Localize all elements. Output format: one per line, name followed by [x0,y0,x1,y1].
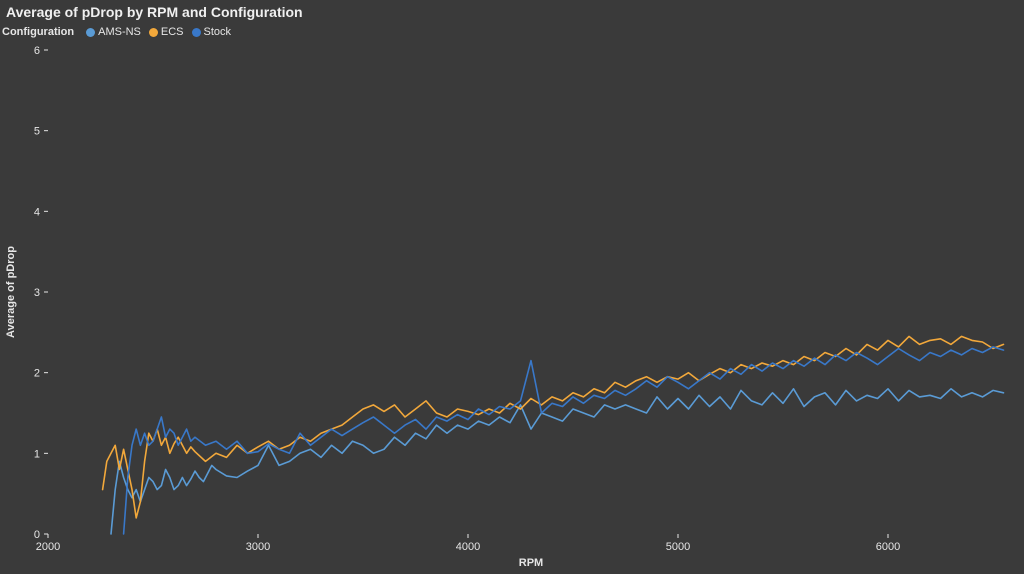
svg-text:5: 5 [34,126,40,138]
series-line-ecs[interactable] [103,336,1004,518]
svg-text:2: 2 [34,368,40,380]
series-line-ams-ns[interactable] [111,389,1004,534]
chart-container: Average of pDrop by RPM and Configuratio… [0,0,1024,574]
svg-text:0: 0 [34,529,40,541]
svg-text:2000: 2000 [36,541,60,553]
svg-text:3000: 3000 [246,541,270,553]
svg-text:4000: 4000 [456,541,480,553]
svg-text:4: 4 [34,206,40,218]
svg-text:6: 6 [34,45,40,57]
svg-text:3: 3 [34,287,40,299]
svg-text:1: 1 [34,448,40,460]
x-axis-label: RPM [519,557,543,569]
series-line-stock[interactable] [124,347,1004,534]
svg-text:6000: 6000 [876,541,900,553]
svg-text:5000: 5000 [666,541,690,553]
y-axis-label: Average of pDrop [5,246,17,338]
chart-svg: 0 1 2 3 4 5 6 2000 3000 4000 5000 6000 Average of p… [0,0,1024,574]
